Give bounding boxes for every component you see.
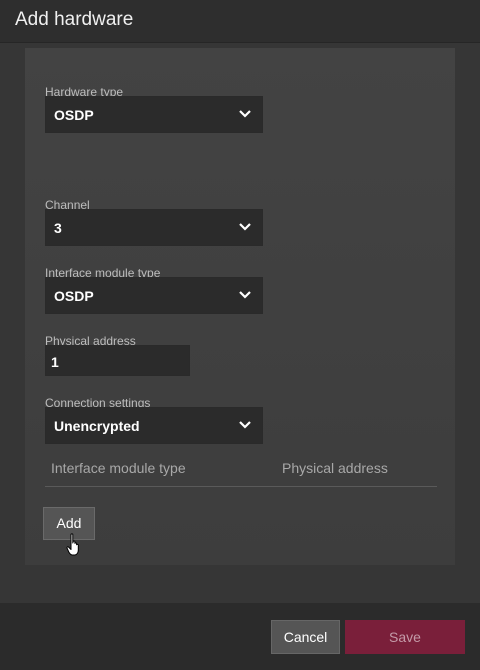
chevron-down-icon [239,421,251,429]
physical-address-value: 1 [51,354,59,370]
interface-module-type-select[interactable]: OSDP [45,277,263,314]
dialog-titlebar: Add hardware [0,0,480,43]
connection-settings-value: Unencrypted [54,418,140,434]
channel-select[interactable]: 3 [45,209,263,246]
chevron-down-icon [239,291,251,299]
dialog-body: Hardware type OSDP Channel 3 Interface m… [0,43,480,603]
dialog-title: Add hardware [15,9,134,30]
chevron-down-icon [239,110,251,118]
hand-pointer-icon [66,533,79,556]
column-header-physical-address[interactable]: Physical address [282,460,388,476]
chevron-down-icon [239,223,251,231]
save-button[interactable]: Save [345,620,465,654]
connection-settings-select[interactable]: Unencrypted [45,407,263,444]
form-panel: Hardware type OSDP Channel 3 Interface m… [25,48,455,565]
add-hardware-dialog: Add hardware Hardware type OSDP Channel … [0,0,480,670]
hardware-type-value: OSDP [54,107,94,123]
dialog-footer: Cancel Save [0,603,480,670]
column-header-interface-module-type[interactable]: Interface module type [51,460,186,476]
table-header-divider [45,486,437,487]
channel-value: 3 [54,220,62,236]
hardware-type-select[interactable]: OSDP [45,96,263,133]
cancel-button[interactable]: Cancel [271,620,340,654]
interface-module-type-value: OSDP [54,288,94,304]
physical-address-input[interactable]: 1 [45,345,190,376]
